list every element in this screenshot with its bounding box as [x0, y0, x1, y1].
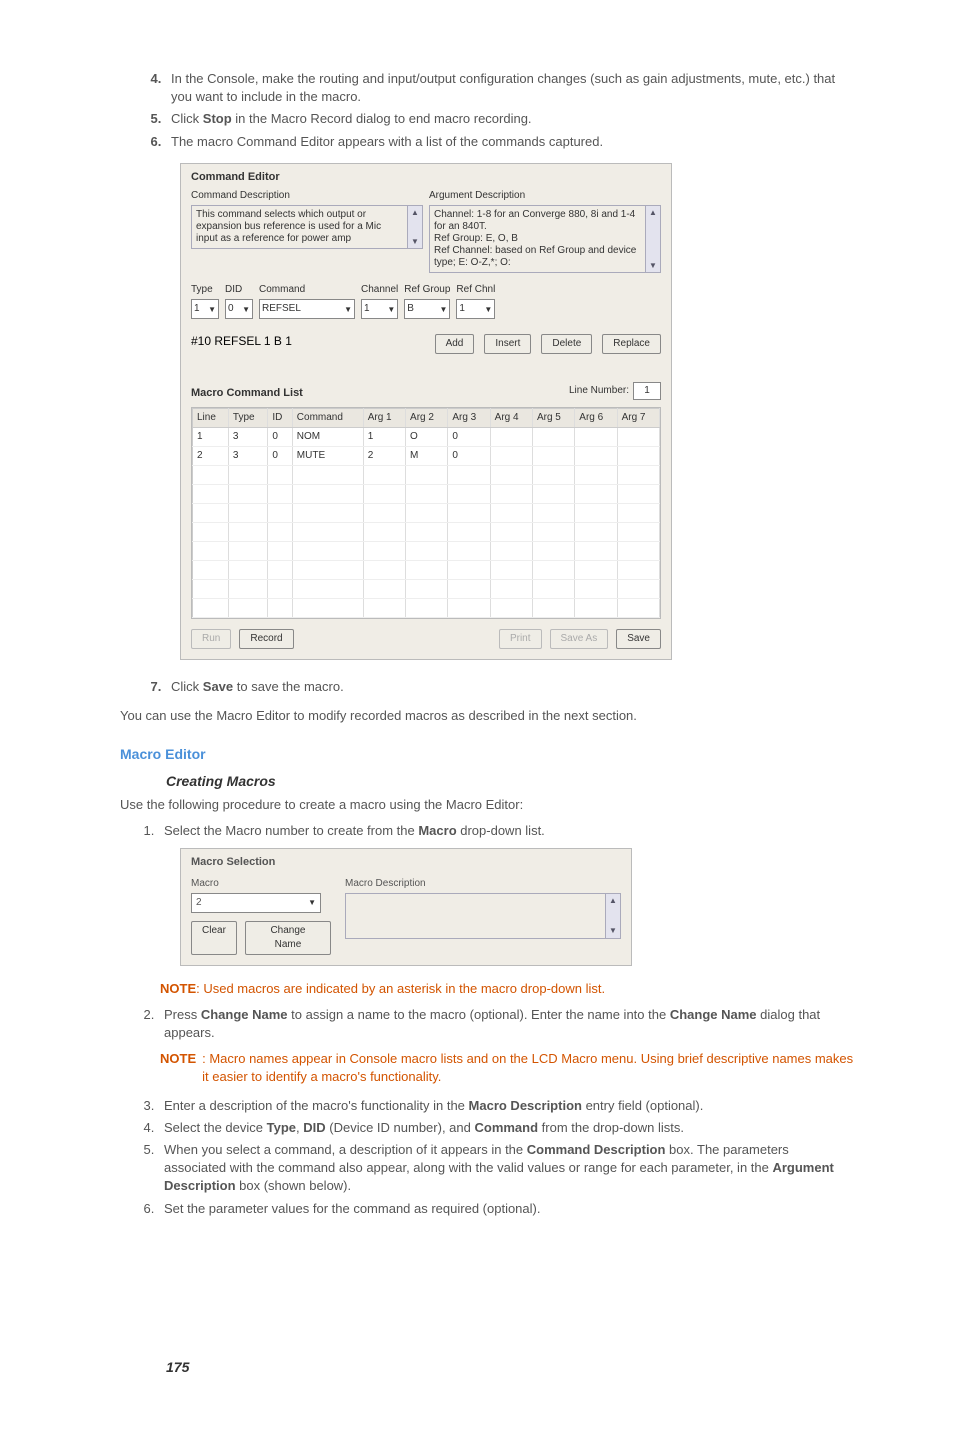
- print-button[interactable]: Print: [499, 629, 542, 649]
- command-description-text: This command selects which output or exp…: [192, 206, 407, 248]
- macro-select[interactable]: 2▼: [191, 893, 321, 913]
- create-step-2: Press Change Name to assign a name to th…: [158, 1006, 854, 1042]
- type-select[interactable]: 1▼: [191, 299, 219, 319]
- macro-selection-title: Macro Selection: [191, 855, 621, 870]
- create-step-6: Set the parameter values for the command…: [158, 1200, 854, 1218]
- argument-description-text: Channel: 1-8 for an Converge 880, 8i and…: [430, 206, 645, 272]
- table-header: Arg 5: [532, 409, 574, 428]
- macro-label: Macro: [191, 877, 331, 891]
- table-row: [193, 523, 660, 542]
- command-description-label: Command Description: [191, 189, 423, 203]
- channel-select[interactable]: 1▼: [361, 299, 398, 319]
- step-7: Click Save to save the macro.: [165, 678, 854, 696]
- macro-selection-dialog: Macro Selection Macro 2▼ Clear Change Na…: [180, 848, 632, 965]
- add-button[interactable]: Add: [435, 334, 475, 354]
- table-row: [193, 561, 660, 580]
- refchnl-label: Ref Chnl: [456, 283, 495, 297]
- command-select[interactable]: REFSEL▼: [259, 299, 355, 319]
- command-label: Command: [259, 283, 355, 297]
- scrollbar[interactable]: ▲▼: [407, 206, 422, 248]
- table-header: Arg 1: [363, 409, 405, 428]
- command-editor-dialog: Command Editor Command Description This …: [180, 163, 672, 661]
- change-name-button[interactable]: Change Name: [245, 921, 331, 955]
- run-button[interactable]: Run: [191, 629, 231, 649]
- scrollbar[interactable]: ▲▼: [605, 894, 620, 938]
- replace-button[interactable]: Replace: [602, 334, 661, 354]
- macro-command-table[interactable]: LineTypeIDCommandArg 1Arg 2Arg 3Arg 4Arg…: [192, 408, 660, 618]
- saveas-button[interactable]: Save As: [550, 629, 609, 649]
- create-step-4: Select the device Type, DID (Device ID n…: [158, 1119, 854, 1137]
- table-row: [193, 504, 660, 523]
- table-header: Arg 4: [490, 409, 532, 428]
- table-header: Arg 2: [406, 409, 448, 428]
- argument-description-label: Argument Description: [429, 189, 661, 203]
- table-row: [193, 485, 660, 504]
- did-select[interactable]: 0▼: [225, 299, 253, 319]
- table-header: Arg 7: [617, 409, 659, 428]
- table-header: ID: [268, 409, 292, 428]
- refgroup-label: Ref Group: [404, 283, 450, 297]
- table-row[interactable]: 130NOM1O0: [193, 428, 660, 447]
- line-number-label: Line Number:: [569, 384, 629, 398]
- create-step-3: Enter a description of the macro's funct…: [158, 1097, 854, 1115]
- line-number-field[interactable]: 1: [633, 382, 661, 400]
- table-header: Arg 6: [575, 409, 617, 428]
- step-6: The macro Command Editor appears with a …: [165, 133, 854, 151]
- create-step-5: When you select a command, a description…: [158, 1141, 854, 1196]
- delete-button[interactable]: Delete: [541, 334, 592, 354]
- step-5: Click Stop in the Macro Record dialog to…: [165, 110, 854, 128]
- table-row[interactable]: 230MUTE2M0: [193, 447, 660, 466]
- type-label: Type: [191, 283, 219, 297]
- insert-button[interactable]: Insert: [484, 334, 531, 354]
- paragraph-after: You can use the Macro Editor to modify r…: [120, 707, 854, 725]
- channel-label: Channel: [361, 283, 398, 297]
- scrollbar[interactable]: ▲▼: [645, 206, 660, 272]
- macro-description-label: Macro Description: [345, 877, 621, 891]
- note-2: NOTE : Macro names appear in Console mac…: [160, 1050, 854, 1086]
- table-header: Arg 3: [448, 409, 490, 428]
- refgroup-select[interactable]: B▼: [404, 299, 450, 319]
- table-header: Command: [292, 409, 363, 428]
- save-button[interactable]: Save: [616, 629, 661, 649]
- page-number: 175: [166, 1358, 854, 1378]
- table-header: Line: [193, 409, 229, 428]
- dialog-title: Command Editor: [191, 170, 661, 185]
- creating-macros-heading: Creating Macros: [166, 772, 854, 792]
- record-button[interactable]: Record: [239, 629, 293, 649]
- macro-command-list-title: Macro Command List: [191, 386, 303, 401]
- step-4: In the Console, make the routing and inp…: [165, 70, 854, 106]
- table-row: [193, 542, 660, 561]
- step4-text: In the Console, make the routing and inp…: [171, 71, 835, 104]
- macro-editor-heading: Macro Editor: [120, 745, 854, 765]
- did-label: DID: [225, 283, 253, 297]
- macro-description-field[interactable]: [346, 894, 605, 938]
- table-row: [193, 599, 660, 618]
- clear-button[interactable]: Clear: [191, 921, 237, 955]
- refchnl-select[interactable]: 1▼: [456, 299, 495, 319]
- table-row: [193, 580, 660, 599]
- note-1: NOTE: Used macros are indicated by an as…: [160, 980, 854, 998]
- table-row: [193, 466, 660, 485]
- creating-intro: Use the following procedure to create a …: [120, 796, 854, 814]
- create-step-1: Select the Macro number to create from t…: [158, 822, 854, 840]
- command-line-preview: #10 REFSEL 1 B 1: [191, 333, 292, 350]
- table-header: Type: [228, 409, 267, 428]
